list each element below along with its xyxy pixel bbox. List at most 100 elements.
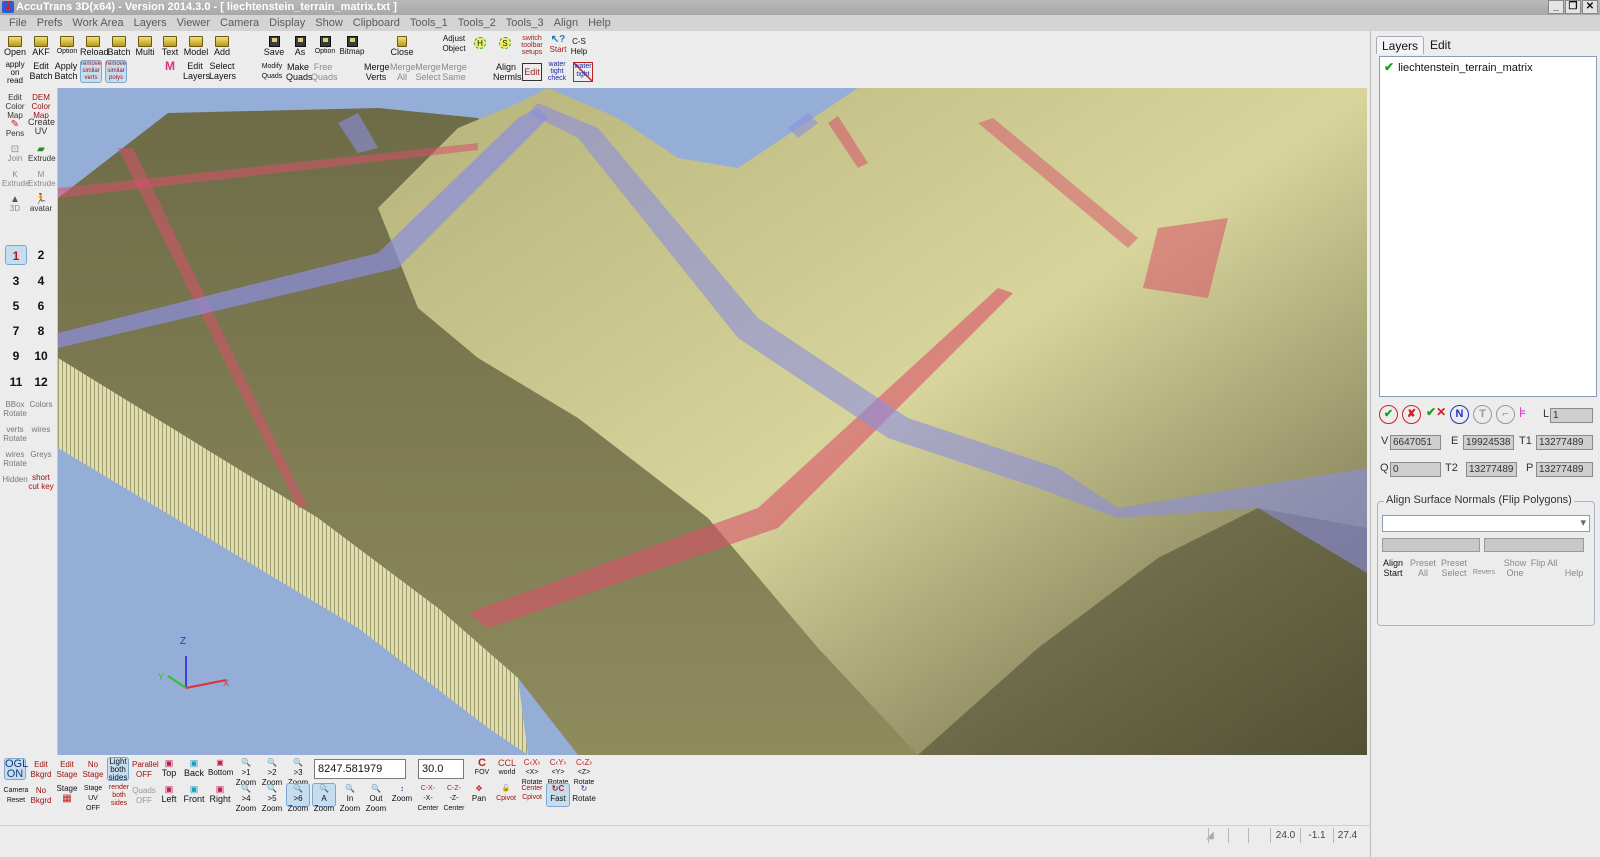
align-normals-button[interactable]: Align Nermls	[493, 62, 522, 82]
zoom-in-button[interactable]: 🔍 In Zoom	[338, 784, 362, 814]
create-uv-button[interactable]: Create UV	[28, 118, 55, 136]
menu-tools-2[interactable]: Tools_2	[453, 15, 501, 31]
bitmap-button[interactable]: Bitmap	[339, 36, 365, 57]
minimize-button[interactable]: _	[1548, 0, 1564, 14]
view-left-button[interactable]: ▣ Left	[158, 784, 180, 804]
save-as-button[interactable]: As	[288, 36, 312, 57]
make-quads-button[interactable]: Make Quads	[286, 62, 313, 82]
layer-row[interactable]: ✔ liechtenstein_terrain_matrix	[1384, 60, 1533, 74]
hierarchy-icon[interactable]: ⊧	[1519, 404, 1526, 421]
zoom-4-button[interactable]: 🔍 >4 Zoom	[234, 784, 258, 814]
save-option-button[interactable]: Option	[312, 36, 338, 57]
short-cut-key-button[interactable]: short cut key	[28, 473, 54, 491]
preset-all-button[interactable]: Preset All	[1408, 558, 1438, 578]
menu-show[interactable]: Show	[310, 15, 348, 31]
akf-button[interactable]: AKF	[29, 36, 53, 57]
open-button[interactable]: Open	[3, 36, 27, 57]
reload-button[interactable]: Reload	[80, 36, 109, 57]
save-button[interactable]: Save	[262, 36, 286, 57]
m-extrude-button[interactable]: M Extrude	[28, 170, 56, 188]
water-tight-check-button[interactable]: water tight check	[546, 61, 568, 82]
k-extrude-button[interactable]: K Extrude	[2, 170, 30, 188]
zoom-all-button[interactable]: 🔍 A Zoom	[312, 783, 336, 813]
view-top-button[interactable]: ▣ Top	[158, 758, 180, 778]
edit-toggle-button[interactable]: Edit	[522, 63, 542, 81]
menu-viewer[interactable]: Viewer	[172, 15, 215, 31]
close-file-button[interactable]: Close	[389, 36, 415, 57]
flip-all-button[interactable]: Flip All	[1529, 558, 1559, 568]
menu-camera[interactable]: Camera	[215, 15, 264, 31]
zoom-out-button[interactable]: 🔍 Out Zoom	[364, 784, 388, 814]
free-quads-button[interactable]: Free Quads	[311, 62, 338, 82]
no-bkgrd-button[interactable]: No Bkgrd	[30, 786, 52, 806]
view-slot-7[interactable]: 7	[5, 321, 27, 341]
menu-file[interactable]: File	[4, 15, 32, 31]
model-button[interactable]: Model	[183, 36, 209, 57]
view-right-button[interactable]: ▣ Right	[208, 784, 232, 804]
remove-similar-polys-toggle[interactable]: remove similar polys	[105, 60, 127, 83]
menu-work-area[interactable]: Work Area	[67, 15, 128, 31]
colors-button[interactable]: Colors	[28, 400, 54, 409]
merge-all-button[interactable]: Merge All	[390, 62, 416, 82]
select-layers-button[interactable]: Select Layers	[209, 61, 236, 81]
tab-layers[interactable]: Layers	[1376, 36, 1425, 54]
open-option-button[interactable]: Option	[54, 36, 80, 57]
ogl-on-toggle[interactable]: OGL ON	[4, 758, 28, 780]
rotate-button[interactable]: ↻ Rotate	[572, 784, 596, 804]
center-x-button[interactable]: C-X- -X- Center	[416, 784, 440, 814]
light-both-sides-toggle[interactable]: Light both sides	[107, 757, 129, 782]
menu-layers[interactable]: Layers	[129, 15, 172, 31]
edit-color-map-button[interactable]: Edit Color Map	[2, 93, 28, 120]
center-z-button[interactable]: C-Z- -Z- Center	[442, 784, 466, 814]
apply-batch-button[interactable]: Apply Batch	[54, 61, 78, 81]
apply-on-read-toggle[interactable]: apply on read	[3, 61, 27, 85]
view-slot-1[interactable]: 1	[5, 245, 27, 265]
view-slot-9[interactable]: 9	[5, 346, 27, 366]
bbox-rotate-button[interactable]: BBox Rotate	[2, 400, 28, 418]
menu-clipboard[interactable]: Clipboard	[348, 15, 405, 31]
merge-select-button[interactable]: Merge Select	[415, 62, 441, 82]
zoom-vertical-button[interactable]: ↕ Zoom	[390, 784, 414, 804]
switch-toolbar-setups-button[interactable]: switch toolbar setups	[518, 35, 546, 56]
fov-input[interactable]: 30.0	[418, 759, 464, 779]
adjust-h-button[interactable]: H	[469, 37, 491, 49]
remove-similar-verts-toggle[interactable]: remove similar verts	[80, 60, 102, 83]
no-stage-button[interactable]: No Stage	[81, 760, 105, 780]
multi-button[interactable]: Multi	[132, 36, 158, 57]
hidden-button[interactable]: Hidden	[2, 475, 28, 484]
fast-rotate-toggle[interactable]: ↻C Fast	[546, 783, 570, 807]
menu-help[interactable]: Help	[583, 15, 616, 31]
camera-distance-input[interactable]: 8247.581979	[314, 759, 406, 779]
align-start-button[interactable]: Align Start	[1378, 558, 1408, 578]
extrude-button[interactable]: ▰ Extrude	[28, 145, 56, 164]
view-slot-4[interactable]: 4	[30, 271, 52, 291]
view-slot-8[interactable]: 8	[30, 321, 52, 341]
batch-button[interactable]: Batch	[106, 36, 132, 57]
stage-grid-button[interactable]: Stage ▦	[55, 784, 79, 804]
edit-stage-button[interactable]: Edit Stage	[55, 760, 79, 780]
pens-button[interactable]: ✎ Pens	[2, 120, 28, 139]
view-slot-11[interactable]: 11	[5, 372, 27, 392]
normals-n-icon[interactable]: N	[1450, 405, 1469, 424]
view-front-button[interactable]: ▣ Front	[182, 784, 206, 804]
pan-button[interactable]: ✥ Pan	[468, 784, 490, 804]
verts-rotate-button[interactable]: verts Rotate	[2, 425, 28, 443]
dem-color-map-button[interactable]: DEM Color Map	[28, 93, 54, 120]
render-both-sides-button[interactable]: render both sides	[107, 784, 131, 808]
cpivot-lock-button[interactable]: 🔓 Cpivot	[494, 784, 518, 804]
cs-start-button[interactable]: ↖? Start	[549, 35, 567, 55]
texture-t-icon[interactable]: T	[1473, 405, 1492, 424]
text-button[interactable]: Text	[157, 36, 183, 57]
view-bottom-button[interactable]: ▣ Bottom	[208, 758, 233, 778]
world-button[interactable]: CCL world	[495, 758, 519, 778]
tab-edit[interactable]: Edit	[1425, 36, 1456, 54]
center-cpivot-button[interactable]: Center Cpivot	[520, 784, 544, 802]
parallel-off-toggle[interactable]: Parallel OFF	[132, 760, 159, 780]
adjust-s-button[interactable]: S	[494, 37, 516, 49]
toggle-check-icon[interactable]: ✔✕	[1426, 405, 1446, 419]
stage-uv-off-button[interactable]: Stage UV OFF	[81, 784, 105, 814]
close-button[interactable]: ✕	[1582, 0, 1598, 14]
restore-button[interactable]: ❐	[1565, 0, 1581, 14]
fov-button[interactable]: C FOV	[470, 758, 494, 778]
visibility-check-icon[interactable]: ✔	[1384, 60, 1394, 74]
